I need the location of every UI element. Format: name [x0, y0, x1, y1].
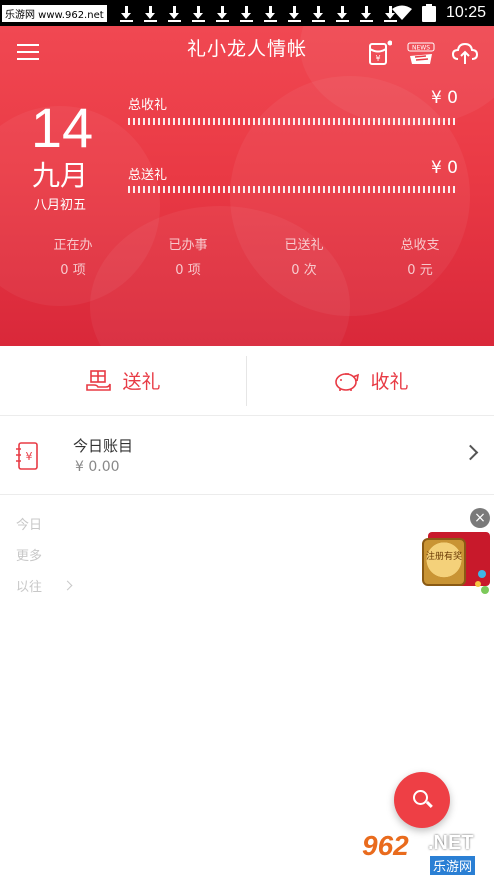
- download-indicators: [115, 3, 403, 23]
- site-watermark: 962 .NET 乐游网: [356, 830, 492, 876]
- stat-label: 总收支: [400, 238, 440, 253]
- ledger-amount: ¥ 0.00: [75, 459, 120, 475]
- download-icon: [307, 3, 331, 23]
- date-month: 九月: [31, 159, 88, 192]
- stat-value: 0 项: [60, 263, 86, 278]
- download-icon-base: [263, 20, 277, 22]
- svg-text:¥: ¥: [375, 54, 380, 63]
- news-icon[interactable]: NEWS: [406, 42, 436, 66]
- chevron-right-icon: [62, 580, 73, 591]
- download-icon: [355, 3, 379, 23]
- send-gift-label: 送礼: [122, 371, 161, 393]
- ledger-book-icon: ¥: [16, 442, 38, 470]
- watermark-cn: 乐游网: [430, 856, 476, 875]
- stat-done[interactable]: 已办事 0 项: [138, 234, 238, 278]
- receive-gift-label: 收礼: [370, 371, 409, 393]
- list-label: 更多: [16, 549, 43, 564]
- divider: [246, 356, 247, 406]
- gift-hand-icon: [86, 369, 112, 391]
- clock: 10:25: [445, 4, 486, 21]
- download-icon: [115, 3, 139, 23]
- download-icon-base: [311, 20, 325, 22]
- ledger-title: 今日账目: [73, 437, 134, 455]
- total-sent-label: 总送礼: [128, 168, 168, 183]
- status-badge: 乐游网 www.962.net: [2, 4, 107, 22]
- download-icon-base: [119, 20, 133, 22]
- screen: 乐游网 www.962.net 10:25 礼小龙人情帐 ¥ NEWS 14 九…: [0, 0, 494, 878]
- cloud-upload-icon[interactable]: [452, 40, 478, 66]
- download-icon: [259, 3, 283, 23]
- stat-label: 已送礼: [284, 238, 324, 253]
- date-day: 14: [30, 96, 94, 159]
- download-icon-base: [143, 20, 157, 22]
- battery-icon: [421, 4, 436, 22]
- total-received-label: 总收礼: [128, 98, 168, 113]
- stat-label: 已办事: [168, 238, 208, 253]
- list-item-more[interactable]: 更多: [16, 539, 71, 570]
- download-icon: [187, 3, 211, 23]
- total-received-value: ¥ 0: [430, 88, 458, 108]
- list-item-today[interactable]: 今日: [16, 508, 71, 539]
- send-gift-button[interactable]: 送礼: [0, 346, 247, 416]
- stat-value: 0 次: [291, 263, 317, 278]
- promo-widget[interactable]: 注册有奖 ×: [420, 508, 492, 600]
- red-envelope-icon[interactable]: ¥: [366, 40, 392, 66]
- svg-text:NEWS: NEWS: [412, 45, 430, 52]
- promo-close-button[interactable]: ×: [470, 508, 490, 528]
- download-icon-base: [359, 20, 373, 22]
- download-icon: [283, 3, 307, 23]
- download-icon-base: [215, 20, 229, 22]
- stat-label: 正在办: [53, 238, 93, 253]
- stat-balance[interactable]: 总收支 0 元: [370, 234, 470, 278]
- search-fab[interactable]: [394, 772, 450, 828]
- action-row: 送礼 收礼: [0, 346, 494, 416]
- download-icon-base: [191, 20, 205, 22]
- stat-in-progress[interactable]: 正在办 0 项: [23, 234, 123, 278]
- download-icon: [163, 3, 187, 23]
- total-sent-value: ¥ 0: [430, 158, 458, 178]
- stat-gifts-sent[interactable]: 已送礼 0 次: [254, 234, 354, 278]
- status-bar: 乐游网 www.962.net 10:25: [0, 0, 494, 26]
- date-lunar: 八月初五: [33, 198, 86, 213]
- receive-gift-button[interactable]: 收礼: [247, 346, 494, 416]
- watermark-number: 962: [362, 830, 409, 861]
- svg-text:¥: ¥: [26, 450, 33, 463]
- stat-value: 0 项: [175, 263, 201, 278]
- status-right: 10:25: [391, 0, 486, 26]
- download-icon-base: [335, 20, 349, 22]
- summary-header: 礼小龙人情帐 ¥ NEWS 14 九月 八月初五 总收礼 ¥ 0 总送礼 ¥ 0…: [0, 26, 494, 346]
- wifi-icon: [391, 5, 412, 20]
- record-filter-list: 今日 更多 以往: [16, 508, 73, 601]
- download-icon-base: [167, 20, 181, 22]
- list-label: 以往: [16, 580, 43, 595]
- stat-value: 0 元: [407, 263, 433, 278]
- download-icon: [331, 3, 355, 23]
- download-icon-base: [287, 20, 301, 22]
- watermark-net: .NET: [428, 832, 474, 854]
- chevron-right-icon: [462, 444, 479, 461]
- received-ruler: [128, 118, 458, 125]
- download-icon: [211, 3, 235, 23]
- list-item-past[interactable]: 以往: [16, 570, 73, 601]
- promo-coin: 注册有奖: [422, 538, 466, 586]
- search-icon-handle: [426, 800, 433, 808]
- piggy-bank-icon: [335, 372, 360, 391]
- download-icon-base: [239, 20, 253, 22]
- today-ledger-row[interactable]: ¥ 今日账目 ¥ 0.00: [0, 417, 494, 495]
- download-icon: [139, 3, 163, 23]
- confetti-icon: [475, 570, 489, 594]
- list-label: 今日: [16, 518, 43, 533]
- download-icon: [235, 3, 259, 23]
- sent-ruler: [128, 186, 458, 193]
